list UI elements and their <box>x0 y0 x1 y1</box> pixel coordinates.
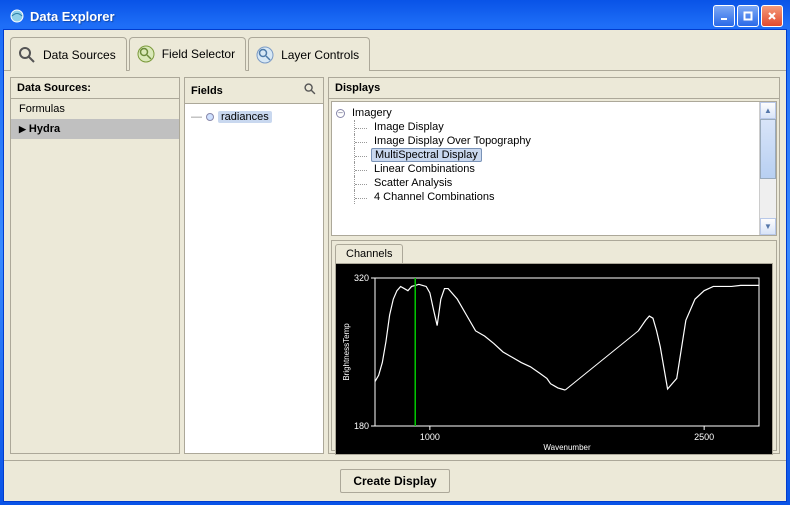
tab-label: Data Sources <box>43 48 116 62</box>
tab-channels[interactable]: Channels <box>335 244 403 263</box>
tree-root[interactable]: – Imagery <box>336 106 755 120</box>
data-sources-header: Data Sources: <box>11 78 179 99</box>
displays-header-label: Displays <box>335 82 380 94</box>
client-area: Data Sources Field Selector Layer Contro… <box>3 29 787 502</box>
svg-text:2500: 2500 <box>694 432 714 442</box>
fields-tree: — radiances <box>185 104 323 453</box>
tab-label: Field Selector <box>162 47 235 61</box>
tree-item[interactable]: 4 Channel Combinations <box>354 190 755 204</box>
tab-field-selector[interactable]: Field Selector <box>129 37 246 71</box>
data-source-label: Formulas <box>19 103 65 115</box>
svg-text:180: 180 <box>354 421 369 431</box>
close-button[interactable] <box>761 5 783 27</box>
svg-text:BrightnessTemp: BrightnessTemp <box>342 323 351 381</box>
window-title: Data Explorer <box>30 9 115 24</box>
data-source-item[interactable]: ▶Hydra <box>11 119 179 139</box>
create-display-button[interactable]: Create Display <box>340 469 449 493</box>
tree-item[interactable]: Image Display <box>354 120 755 134</box>
tree-item-label: Linear Combinations <box>371 163 478 175</box>
tree-item-label: Image Display <box>371 121 447 133</box>
tab-label: Channels <box>346 248 392 260</box>
svg-text:1000: 1000 <box>420 432 440 442</box>
selected-arrow-icon: ▶ <box>19 124 26 134</box>
displays-tree[interactable]: – Imagery Image Display Image Display Ov… <box>332 102 759 235</box>
maximize-button[interactable] <box>737 5 759 27</box>
svg-text:320: 320 <box>354 273 369 283</box>
displays-panel: Displays – Imagery Image Display Image D… <box>328 77 780 454</box>
field-node[interactable]: — radiances <box>189 110 319 124</box>
svg-text:Wavenumber: Wavenumber <box>543 443 591 452</box>
displays-header: Displays <box>329 78 779 99</box>
scroll-down-button[interactable]: ▼ <box>760 218 776 235</box>
app-window: Data Explorer Data Sources Field Selecto… <box>0 0 790 505</box>
channels-panel: Channels 180 320 1000 2500 Wavenumber Brightn… <box>331 240 777 451</box>
tree-item[interactable]: Linear Combinations <box>354 162 755 176</box>
tree-item-label: MultiSpectral Display <box>371 148 482 162</box>
scroll-thumb[interactable] <box>760 119 776 179</box>
data-sources-header-label: Data Sources: <box>17 82 91 94</box>
data-sources-icon <box>17 45 37 65</box>
minimize-button[interactable] <box>713 5 735 27</box>
search-icon[interactable] <box>303 82 317 99</box>
tree-item-label: 4 Channel Combinations <box>371 191 497 203</box>
scroll-up-button[interactable]: ▲ <box>760 102 776 119</box>
field-selector-icon <box>136 44 156 64</box>
scrollbar[interactable]: ▲ ▼ <box>759 102 776 235</box>
data-sources-list: Formulas ▶Hydra <box>11 99 179 453</box>
spectrum-chart[interactable]: 180 320 1000 2500 Wavenumber BrightnessTemp <box>335 263 773 455</box>
tree-item[interactable]: Scatter Analysis <box>354 176 755 190</box>
channels-tabs: Channels <box>332 241 776 263</box>
footer: Create Display <box>4 460 786 501</box>
field-label: radiances <box>218 111 272 123</box>
data-sources-panel: Data Sources: Formulas ▶Hydra <box>10 77 180 454</box>
fields-panel: Fields — radiances <box>184 77 324 454</box>
app-icon <box>9 8 25 24</box>
scroll-track[interactable] <box>760 179 776 218</box>
content-area: Data Sources: Formulas ▶Hydra Fields <box>4 71 786 460</box>
tree-item-label: Scatter Analysis <box>371 177 455 189</box>
data-source-item[interactable]: Formulas <box>11 99 179 119</box>
tree-item[interactable]: MultiSpectral Display <box>354 148 755 162</box>
main-tabs: Data Sources Field Selector Layer Contro… <box>4 30 786 71</box>
tab-data-sources[interactable]: Data Sources <box>10 37 127 71</box>
fields-header-label: Fields <box>191 85 223 97</box>
field-bullet-icon <box>206 113 214 121</box>
tab-layer-controls[interactable]: Layer Controls <box>248 37 370 71</box>
fields-header: Fields <box>185 78 323 104</box>
layer-controls-icon <box>255 45 275 65</box>
data-source-label: Hydra <box>29 123 60 135</box>
tree-item[interactable]: Image Display Over Topography <box>354 134 755 148</box>
tree-item-label: Image Display Over Topography <box>371 135 534 147</box>
displays-tree-container: – Imagery Image Display Image Display Ov… <box>331 101 777 236</box>
tree-toggle-icon[interactable]: – <box>336 109 345 118</box>
window-buttons <box>713 5 783 27</box>
tree-connector-icon: — <box>191 111 202 123</box>
tree-root-label: Imagery <box>349 107 395 119</box>
tab-label: Layer Controls <box>281 48 359 62</box>
titlebar[interactable]: Data Explorer <box>3 3 787 29</box>
